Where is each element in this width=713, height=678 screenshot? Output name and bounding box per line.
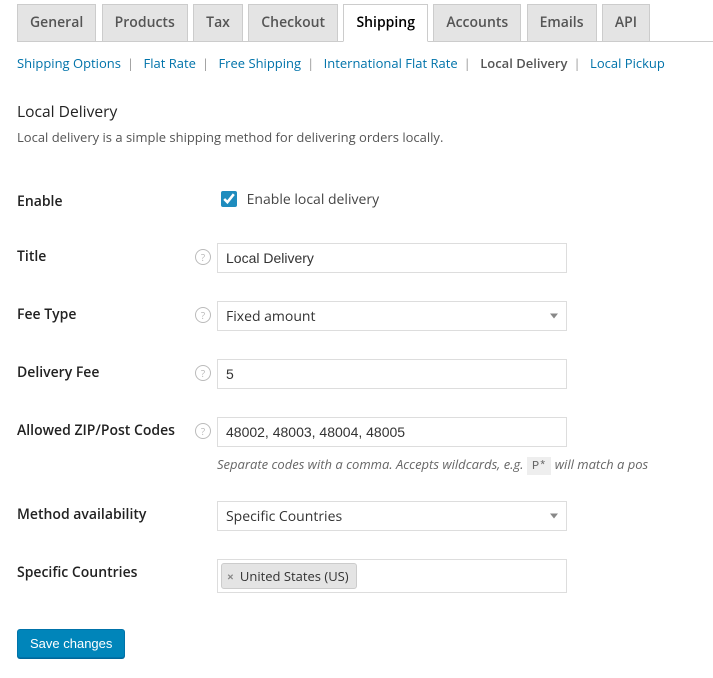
- tab-tax[interactable]: Tax: [193, 4, 243, 41]
- section-description: Local delivery is a simple shipping meth…: [17, 128, 713, 146]
- label-title: Title: [17, 247, 46, 266]
- remove-chip-icon[interactable]: ×: [227, 568, 234, 585]
- chevron-down-icon: [550, 514, 558, 519]
- country-chip: × United States (US): [221, 563, 357, 589]
- specific-countries-select[interactable]: × United States (US): [217, 559, 567, 593]
- enable-checkbox[interactable]: [221, 191, 237, 207]
- subnav-local-delivery[interactable]: Local Delivery: [480, 54, 567, 72]
- label-enable: Enable: [17, 174, 217, 229]
- subnav-local-pickup[interactable]: Local Pickup: [590, 54, 665, 72]
- label-method-availability: Method availability: [17, 505, 146, 524]
- help-icon[interactable]: ?: [195, 249, 211, 265]
- enable-checkbox-label: Enable local delivery: [247, 190, 379, 209]
- method-availability-value: Specific Countries: [226, 507, 342, 526]
- country-chip-label: United States (US): [240, 567, 349, 585]
- fee-type-select[interactable]: Fixed amount: [217, 301, 567, 331]
- label-specific-countries: Specific Countries: [17, 563, 137, 582]
- label-fee-type: Fee Type: [17, 305, 76, 324]
- allowed-zip-input[interactable]: [217, 417, 567, 447]
- tab-accounts[interactable]: Accounts: [433, 4, 521, 41]
- tab-shipping[interactable]: Shipping: [343, 4, 427, 42]
- code-sample: P*: [527, 457, 551, 475]
- tab-products[interactable]: Products: [102, 4, 188, 41]
- subnav-shipping-options[interactable]: Shipping Options: [17, 54, 121, 72]
- allowed-zip-hint: Separate codes with a comma. Accepts wil…: [217, 455, 713, 473]
- subnav-flat-rate[interactable]: Flat Rate: [144, 54, 196, 72]
- help-icon[interactable]: ?: [195, 307, 211, 323]
- fee-type-value: Fixed amount: [226, 307, 315, 326]
- label-allowed-zip: Allowed ZIP/Post Codes: [17, 421, 175, 440]
- help-icon[interactable]: ?: [195, 423, 211, 439]
- shipping-subnav: Shipping Options| Flat Rate| Free Shippi…: [17, 42, 713, 82]
- tab-emails[interactable]: Emails: [527, 4, 597, 41]
- tab-checkout[interactable]: Checkout: [248, 4, 338, 41]
- method-availability-select[interactable]: Specific Countries: [217, 501, 567, 531]
- save-button[interactable]: Save changes: [17, 629, 125, 658]
- delivery-fee-input[interactable]: [217, 359, 567, 389]
- section-title: Local Delivery: [17, 100, 713, 122]
- enable-checkbox-wrapper[interactable]: Enable local delivery: [217, 190, 379, 209]
- chevron-down-icon: [550, 314, 558, 319]
- subnav-international-flat-rate[interactable]: International Flat Rate: [324, 54, 458, 72]
- main-tabs: General Products Tax Checkout Shipping A…: [17, 0, 713, 42]
- help-icon[interactable]: ?: [195, 365, 211, 381]
- title-input[interactable]: [217, 243, 567, 273]
- label-delivery-fee: Delivery Fee: [17, 363, 99, 382]
- subnav-free-shipping[interactable]: Free Shipping: [218, 54, 301, 72]
- tab-api[interactable]: API: [602, 4, 650, 41]
- tab-general[interactable]: General: [17, 4, 96, 41]
